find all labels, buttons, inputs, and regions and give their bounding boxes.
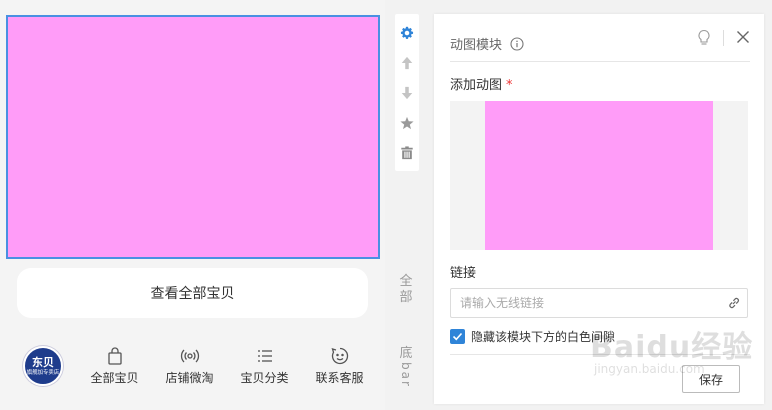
hide-gap-checkbox-label: 隐藏该模块下方的白色间隙 [471, 329, 616, 344]
link-icon[interactable] [727, 296, 741, 310]
link-label: 链接 [450, 266, 477, 281]
broadcast-icon [180, 349, 199, 363]
side-tab-all[interactable]: 全部 [393, 262, 419, 318]
view-all-items-label: 查看全部宝贝 [150, 286, 235, 302]
favorite-button[interactable] [395, 108, 419, 138]
footer-divider [450, 354, 750, 355]
move-down-button[interactable] [395, 78, 419, 108]
side-tab-all-label: 全部 [399, 274, 413, 305]
delete-button[interactable] [395, 138, 419, 168]
gear-icon [400, 26, 414, 39]
panel-header: 动图模块 [450, 26, 750, 62]
nav-all-items[interactable]: 全部宝贝 [77, 346, 152, 386]
shop-logo-subtext: 旗舰加专卖店 [26, 368, 60, 376]
view-all-items-button[interactable]: 查看全部宝贝 [17, 268, 368, 318]
close-icon[interactable] [736, 30, 750, 44]
settings-button[interactable] [395, 18, 419, 48]
shop-logo-text: 东贝 [32, 355, 54, 369]
module-settings-panel: 动图模块 添加动图* 链接 隐藏该模块下方的白色间隙 [434, 14, 764, 404]
module-preview: 查看全部宝贝 东贝 旗舰加专卖店 全部宝贝 店铺微淘 宝贝分类 联系客服 [0, 0, 385, 410]
nav-all-items-label: 全部宝贝 [90, 371, 139, 385]
info-icon[interactable] [510, 36, 524, 51]
add-gif-label-row: 添加动图 * [450, 74, 513, 93]
save-button[interactable]: 保存 [682, 365, 740, 393]
nav-categories[interactable]: 宝贝分类 [227, 346, 302, 386]
side-tab-bar-label: bar [399, 362, 413, 388]
checkmark-icon [452, 332, 463, 340]
shopping-bag-icon [107, 347, 122, 365]
module-toolbar [395, 14, 419, 171]
nav-shop-weitao[interactable]: 店铺微淘 [152, 346, 227, 386]
nav-customer-service[interactable]: 联系客服 [302, 346, 377, 386]
arrow-down-icon [401, 86, 413, 100]
chat-smile-icon [331, 347, 348, 365]
arrow-up-icon [401, 56, 413, 70]
shop-logo: 东贝 旗舰加专卖店 [23, 346, 63, 386]
nav-categories-label: 宝贝分类 [240, 371, 289, 385]
shop-bottom-nav: 东贝 旗舰加专卖店 全部宝贝 店铺微淘 宝贝分类 联系客服 [15, 340, 380, 392]
gif-upload-area[interactable] [450, 101, 748, 250]
side-tab-bottom-bar[interactable]: 底 bar [393, 340, 419, 402]
nav-customer-service-label: 联系客服 [315, 371, 364, 385]
hide-gap-checkbox[interactable] [450, 328, 465, 344]
nav-shop-weitao-label: 店铺微淘 [165, 371, 214, 385]
add-gif-label: 添加动图 [450, 78, 503, 93]
required-mark: * [506, 78, 513, 93]
star-icon [400, 116, 414, 130]
trash-icon [401, 146, 413, 160]
move-up-button[interactable] [395, 48, 419, 78]
link-input[interactable] [450, 288, 748, 318]
list-icon [257, 350, 272, 362]
header-divider [723, 30, 724, 46]
lightbulb-icon[interactable] [696, 29, 712, 47]
gif-module-selected[interactable] [6, 15, 380, 259]
hide-gap-checkbox-row[interactable]: 隐藏该模块下方的白色间隙 [450, 328, 615, 344]
panel-title: 动图模块 [450, 38, 503, 53]
gif-thumbnail [485, 101, 713, 250]
side-tab-bottom-label: 底 [399, 346, 413, 361]
